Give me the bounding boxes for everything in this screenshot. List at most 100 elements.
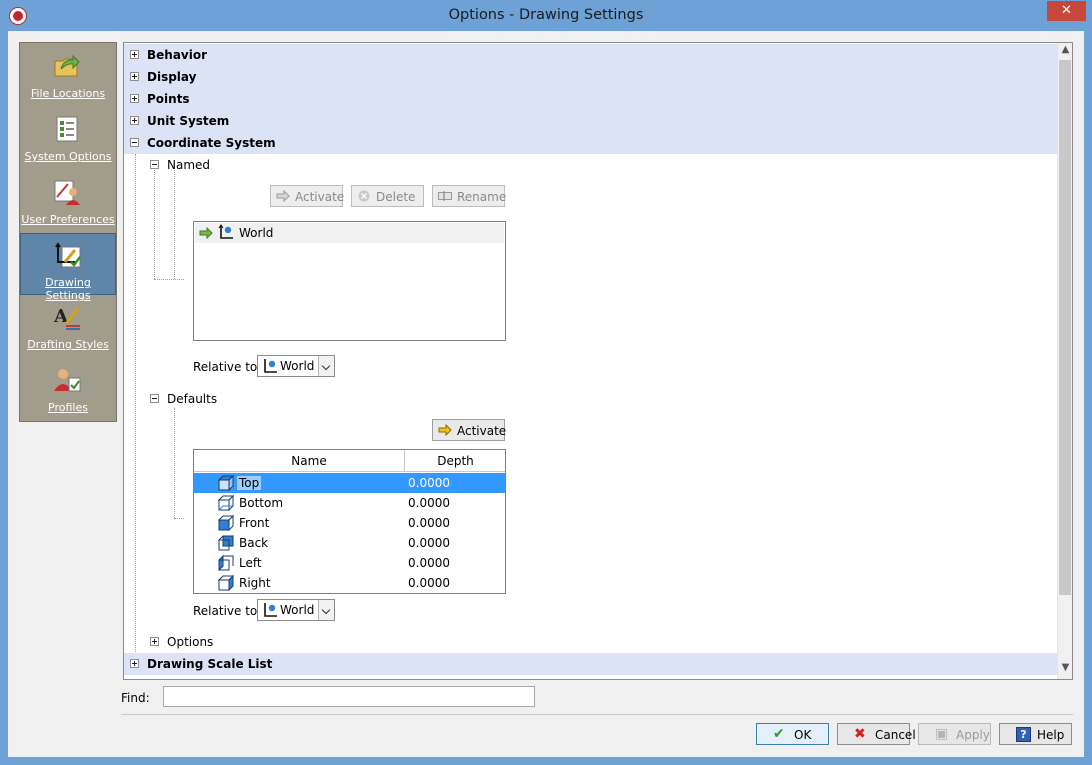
rename-icon <box>438 191 452 201</box>
activate-named-button[interactable]: Activate <box>270 185 344 207</box>
tree-label: Display <box>147 70 197 84</box>
nav-item-drafting-styles[interactable]: A Drafting Styles <box>20 296 116 358</box>
options-navigation: File Locations System Options User Prefe… <box>19 42 117 422</box>
profiles-icon <box>54 369 81 392</box>
help-button[interactable]: ? Help <box>999 723 1072 745</box>
defaults-relative-to-select[interactable]: World <box>257 599 335 621</box>
expand-icon[interactable] <box>130 50 139 59</box>
tree-row-unit-system[interactable]: Unit System <box>124 110 1057 132</box>
tree-row-behavior[interactable]: Behavior <box>124 44 1057 66</box>
tree-label: Behavior <box>147 48 208 62</box>
tree-row-points[interactable]: Points <box>124 88 1057 110</box>
current-arrow-icon <box>199 227 213 239</box>
nav-label: User Preferences <box>21 213 115 226</box>
delete-icon <box>358 190 370 202</box>
table-row[interactable]: Top 0.0000 <box>194 473 505 493</box>
help-icon: ? <box>1016 727 1031 742</box>
named-coordinate-list[interactable]: World <box>193 221 506 341</box>
tree-label: Options <box>167 635 214 649</box>
drawing-settings-icon <box>55 242 81 268</box>
table-row[interactable]: Left 0.0000 <box>194 553 505 573</box>
tree-guide-line <box>174 518 184 519</box>
view-left-icon <box>218 555 234 571</box>
checklist-icon <box>56 116 78 142</box>
collapse-icon[interactable] <box>150 160 159 169</box>
collapse-icon[interactable] <box>130 138 139 147</box>
rename-named-button[interactable]: Rename <box>432 185 506 207</box>
vertical-scrollbar[interactable]: ▲ ▼ <box>1057 43 1072 679</box>
options-window: Options - Drawing Settings ✕ File Locati… <box>0 0 1092 765</box>
find-label: Find: <box>121 691 150 705</box>
tree-label: Points <box>147 92 190 106</box>
nav-label: Drafting Styles <box>27 338 109 351</box>
chevron-down-icon[interactable] <box>318 600 334 620</box>
column-header-name[interactable]: Name <box>214 450 405 472</box>
divider <box>121 714 1073 715</box>
folder-arrow-icon <box>54 54 80 77</box>
view-right-icon <box>218 575 234 591</box>
apply-button[interactable]: ▣ Apply <box>918 723 991 745</box>
expand-icon[interactable] <box>150 637 159 646</box>
activate-default-button[interactable]: Activate <box>432 419 506 441</box>
user-preferences-icon <box>54 180 80 205</box>
ok-button[interactable]: ✔ OK <box>756 723 829 745</box>
table-row[interactable]: Right 0.0000 <box>194 573 505 593</box>
apply-icon: ▣ <box>935 726 949 742</box>
nav-item-system-options[interactable]: System Options <box>20 108 116 170</box>
tree-guide-line <box>174 164 175 279</box>
window-title: Options - Drawing Settings <box>448 7 644 23</box>
collapse-icon[interactable] <box>150 394 159 403</box>
table-row[interactable]: Front 0.0000 <box>194 513 505 533</box>
scroll-thumb[interactable] <box>1059 60 1071 595</box>
table-row[interactable]: Back 0.0000 <box>194 533 505 553</box>
tree-row-coordinate-system[interactable]: Coordinate System <box>124 132 1057 154</box>
drafting-styles-icon: A <box>53 306 80 330</box>
nav-item-file-locations[interactable]: File Locations <box>20 45 116 107</box>
tree-row-options[interactable]: Options <box>124 631 1057 653</box>
chevron-down-icon[interactable] <box>318 356 334 376</box>
nav-item-profiles[interactable]: Profiles <box>20 359 116 421</box>
tree-guide-line <box>174 408 175 518</box>
settings-tree: Behavior Display Points Unit System Coor… <box>123 42 1073 680</box>
view-bottom-icon <box>218 495 234 511</box>
cancel-button[interactable]: ✖ Cancel <box>837 723 916 745</box>
column-header-depth[interactable]: Depth <box>406 450 505 472</box>
view-front-icon <box>218 515 234 531</box>
checkmark-icon: ✔ <box>773 726 785 742</box>
tree-label: Named <box>167 158 211 172</box>
delete-named-button[interactable]: Delete <box>351 185 424 207</box>
tree-row-display[interactable]: Display <box>124 66 1057 88</box>
cross-icon: ✖ <box>854 726 866 742</box>
expand-icon[interactable] <box>130 659 139 668</box>
tree-guide-line <box>154 279 184 280</box>
tree-row-drawing-scale-list[interactable]: Drawing Scale List <box>124 653 1057 675</box>
expand-icon[interactable] <box>130 94 139 103</box>
tree-row-defaults[interactable]: Defaults <box>124 388 1057 410</box>
default-views-table[interactable]: Name Depth Top 0.0000 Bottom 0.0000 Fron… <box>193 449 506 594</box>
nav-label: System Options <box>24 150 112 163</box>
nav-item-drawing-settings[interactable]: Drawing Settings <box>20 233 116 302</box>
scroll-up-icon[interactable]: ▲ <box>1058 44 1072 60</box>
coordinate-system-icon <box>218 224 233 239</box>
view-back-icon <box>218 535 234 551</box>
relative-to-label: Relative to: <box>193 360 262 374</box>
named-relative-to-select[interactable]: World <box>257 355 335 377</box>
nav-item-user-preferences[interactable]: User Preferences <box>20 171 116 233</box>
tree-label: Coordinate System <box>147 136 276 150</box>
table-row[interactable]: Bottom 0.0000 <box>194 493 505 513</box>
arrow-right-icon <box>276 190 290 202</box>
arrow-right-icon <box>438 424 452 436</box>
coordinate-system-icon <box>264 359 277 373</box>
list-item[interactable]: World <box>195 223 504 243</box>
tree-label: Unit System <box>147 114 230 128</box>
find-input[interactable] <box>163 686 535 707</box>
scroll-down-icon[interactable]: ▼ <box>1058 662 1072 678</box>
expand-icon[interactable] <box>130 72 139 81</box>
list-item-label: World <box>239 226 274 240</box>
tree-label: Defaults <box>167 392 218 406</box>
close-button[interactable]: ✕ <box>1047 1 1086 21</box>
tree-guide-line <box>154 164 155 279</box>
expand-icon[interactable] <box>130 116 139 125</box>
title-bar: Options - Drawing Settings ✕ <box>0 0 1092 31</box>
tree-row-named[interactable]: Named <box>124 154 1057 176</box>
